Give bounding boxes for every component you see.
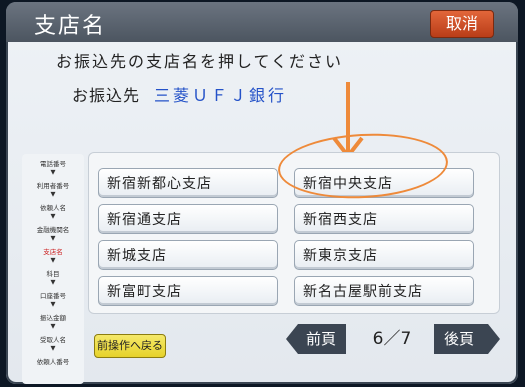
step-arrow-icon: ▼ [50,344,56,352]
branch-button[interactable]: 新東京支店 [294,240,474,270]
destination-label: お振込先 [72,86,141,105]
next-page-button[interactable]: 後頁 [434,324,500,354]
step-item: 振込金額 [40,314,66,322]
step-arrow-icon: ▼ [50,234,56,242]
page-title: 支店名 [34,14,107,39]
step-arrow-icon: ▼ [50,278,56,286]
instruction-text: お振込先の支店名を押してください [56,52,344,71]
step-indicator: 電話番号 ▼ 利用者番号 ▼ 依頼人名 ▼ 金融機関名 ▼ 支店名 ▼ 科目 ▼ 口座番号 ▼ 振込金額 ▼ 受… [22,154,84,384]
step-arrow-icon: ▼ [50,256,56,264]
header-bar: 支店名 取消 [6,2,518,42]
step-item: 支店名 [43,248,63,256]
step-item: 利用者番号 [36,182,70,190]
step-item: 金融機関名 [36,226,70,234]
step-item: 依頼人番号 [36,358,70,366]
page-indicator: 6／7 [372,329,412,349]
branch-button[interactable]: 新宿新都心支店 [98,168,278,198]
branch-button[interactable]: 新城支店 [98,240,278,270]
destination-bank: 三菱ＵＦＪ銀行 [154,86,288,105]
branch-button[interactable]: 新富町支店 [98,276,278,306]
atm-screen: 支店名 取消 お振込先の支店名を押してください お振込先 三菱ＵＦＪ銀行 電話番… [6,2,518,384]
step-item: 科目 [46,270,60,278]
branch-button[interactable]: 新宿西支店 [294,204,474,234]
branch-button[interactable]: 新宿通支店 [98,204,278,234]
step-arrow-icon: ▼ [50,212,56,220]
step-arrow-icon: ▼ [50,190,56,198]
back-button[interactable]: 前操作へ戻る [94,334,166,358]
step-item: 受取人名 [40,336,66,344]
step-item: 電話番号 [40,160,66,168]
step-arrow-icon: ▼ [50,300,56,308]
step-arrow-icon: ▼ [50,168,56,176]
prev-page-button[interactable]: 前頁 [286,324,346,354]
step-item: 依頼人名 [40,204,66,212]
cancel-button[interactable]: 取消 [430,10,494,38]
step-arrow-icon: ▼ [50,322,56,330]
branch-button[interactable]: 新名古屋駅前支店 [294,276,474,306]
step-item: 口座番号 [40,292,66,300]
